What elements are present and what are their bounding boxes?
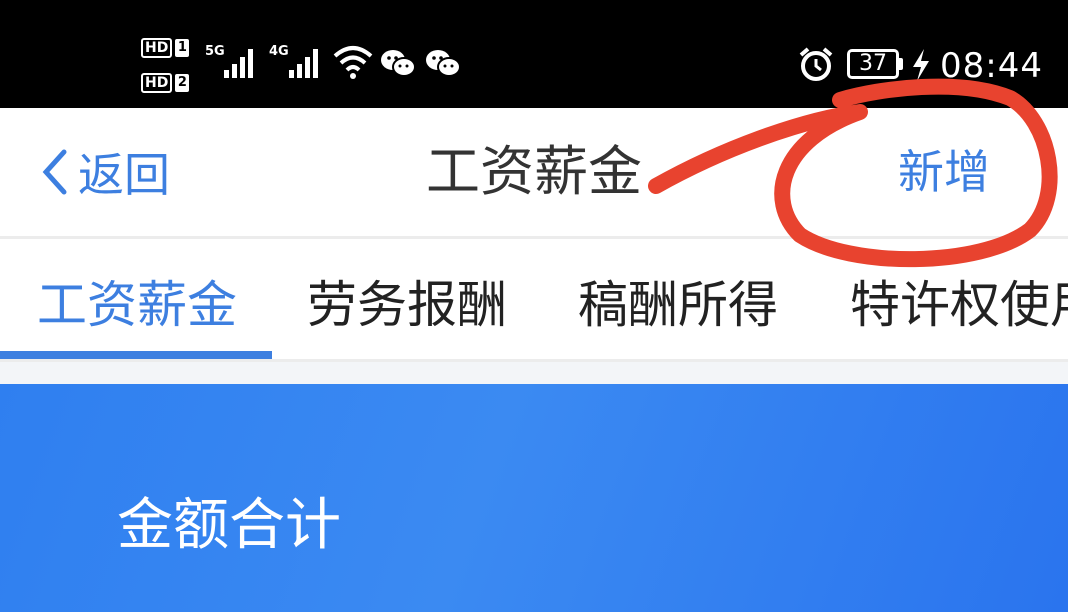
status-bar: HD 1 HD 2 5G 4G 37 08:44: [0, 0, 1068, 108]
tab-royalties[interactable]: 特许权使用: [850, 275, 1068, 335]
amount-summary-card: 金额合计: [0, 384, 1068, 612]
sim-slot: 1: [175, 38, 190, 57]
category-tabs: 工资薪金 劳务报酬 稿酬所得 特许权使用: [0, 239, 1068, 362]
signal-icon: [224, 49, 253, 78]
back-label: 返回: [78, 148, 170, 202]
wechat-icon: [381, 50, 416, 77]
sim-slot: 2: [175, 73, 190, 92]
battery-icon: 37: [847, 49, 899, 79]
add-button[interactable]: 新增: [898, 142, 990, 202]
sim1-indicator: HD 1: [141, 37, 190, 58]
back-button[interactable]: 返回: [40, 142, 170, 202]
tab-salary[interactable]: 工资薪金: [37, 275, 237, 335]
tab-labor-remuneration[interactable]: 劳务报酬: [307, 275, 507, 335]
wifi-icon: [333, 46, 373, 79]
wechat-icon: [426, 50, 461, 77]
signal-icon: [289, 49, 318, 78]
charging-icon: [913, 49, 929, 81]
tab-author-remuneration[interactable]: 稿酬所得: [578, 275, 778, 335]
nav-bar: 返回 工资薪金 新增: [0, 108, 1068, 239]
clock: 08:44: [940, 46, 1043, 86]
hd-badge: HD: [141, 37, 173, 58]
sim2-indicator: HD 2: [141, 72, 190, 93]
hd-badge: HD: [141, 72, 173, 93]
section-divider: [0, 362, 1068, 384]
alarm-icon: [799, 47, 833, 81]
total-amount-label: 金额合计: [117, 493, 341, 558]
active-tab-indicator: [0, 351, 272, 359]
network-type-2: 4G: [269, 44, 289, 59]
battery-cap: [899, 58, 903, 70]
chevron-left-icon: [42, 149, 67, 195]
